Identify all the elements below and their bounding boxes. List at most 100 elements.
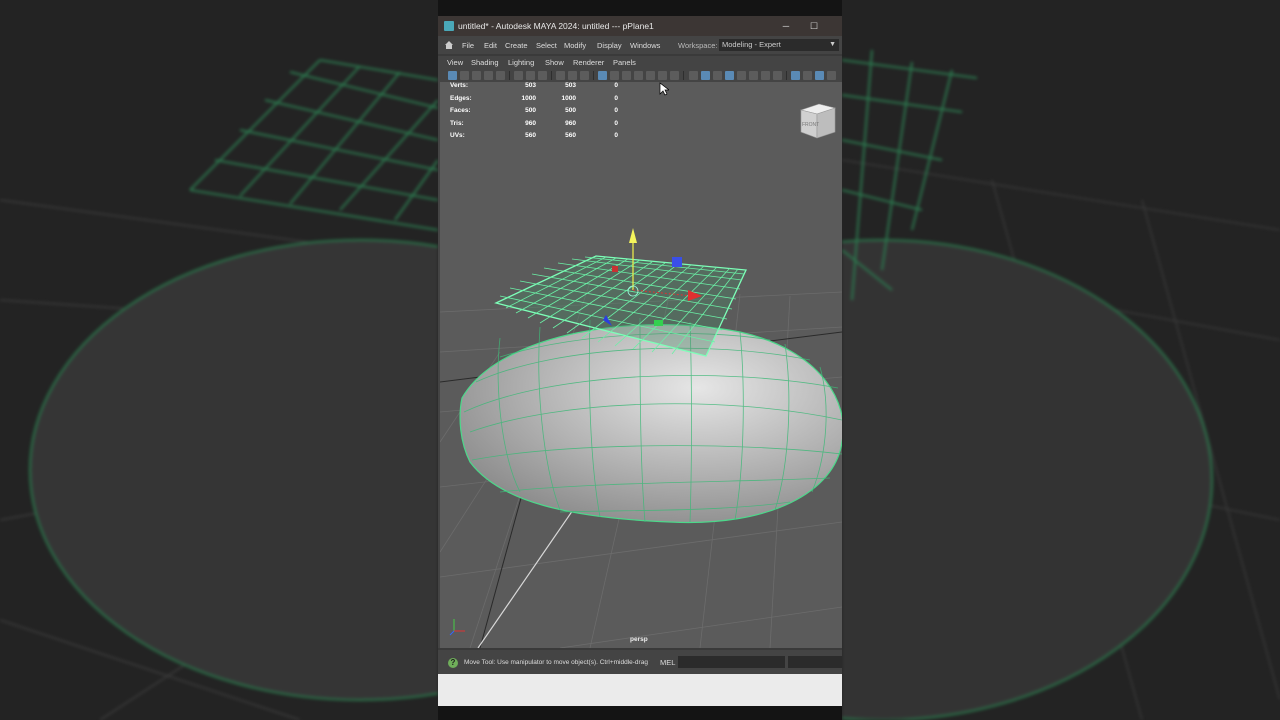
title-bar: untitled* - Autodesk MAYA 2024: untitled… bbox=[438, 16, 842, 36]
help-line: ? Move Tool: Use manipulator to move obj… bbox=[438, 648, 842, 676]
default-lighting-icon[interactable] bbox=[713, 71, 722, 80]
pSphere-mesh[interactable] bbox=[459, 317, 842, 524]
command-result-field bbox=[788, 656, 842, 668]
camera-name-label: persp bbox=[630, 636, 648, 643]
hud-value: 1000 bbox=[521, 94, 536, 102]
backface-culling-icon[interactable] bbox=[827, 71, 836, 80]
hud-label: Verts: bbox=[450, 82, 469, 89]
workspace-dropdown[interactable]: Modeling - Expert ▼ bbox=[719, 39, 839, 51]
pivot-icon[interactable] bbox=[556, 71, 565, 80]
maya-icon bbox=[444, 21, 454, 31]
workspace-label: Workspace: bbox=[678, 41, 718, 50]
menu-create[interactable]: Create bbox=[505, 41, 528, 50]
command-language-label[interactable]: MEL bbox=[660, 658, 675, 667]
workspace-value: Modeling - Expert bbox=[722, 40, 781, 49]
hud-value: 960 bbox=[525, 119, 536, 127]
bookmark-flag-icon[interactable] bbox=[538, 71, 547, 80]
maya-window: untitled* - Autodesk MAYA 2024: untitled… bbox=[438, 16, 842, 706]
hud-value: 0 bbox=[614, 94, 618, 102]
home-icon[interactable] bbox=[444, 40, 454, 50]
window-title: untitled* - Autodesk MAYA 2024: untitled… bbox=[458, 21, 654, 31]
hud-value: 560 bbox=[565, 132, 576, 140]
lock-camera-icon[interactable] bbox=[460, 71, 469, 80]
xray-icon[interactable] bbox=[803, 71, 812, 80]
shadows-icon[interactable] bbox=[761, 71, 770, 80]
isolate-select-icon[interactable] bbox=[791, 71, 800, 80]
panel-menubar: View Shading Lighting Show Renderer Pane… bbox=[438, 56, 842, 69]
mouse-cursor-icon bbox=[659, 82, 669, 96]
hud-value: 503 bbox=[565, 82, 576, 89]
help-message: Move Tool: Use manipulator to move objec… bbox=[464, 659, 650, 666]
resolution-gate-icon[interactable] bbox=[622, 71, 631, 80]
hud-value: 500 bbox=[565, 107, 576, 115]
hud-label: Edges: bbox=[450, 94, 472, 102]
film-gate-icon[interactable] bbox=[610, 71, 619, 80]
plane-handle-green[interactable] bbox=[654, 320, 663, 326]
wireframe-icon[interactable] bbox=[689, 71, 698, 80]
y-axis-handle[interactable] bbox=[629, 228, 637, 243]
select-camera-icon[interactable] bbox=[448, 71, 457, 80]
hud-value: 960 bbox=[565, 119, 576, 127]
maximize-button[interactable]: ☐ bbox=[806, 19, 822, 33]
menu-edit[interactable]: Edit bbox=[484, 41, 497, 50]
hud-value: 0 bbox=[614, 132, 618, 140]
hud-value: 500 bbox=[525, 107, 536, 115]
blurred-backdrop-left bbox=[0, 0, 438, 720]
hud-label: UVs: bbox=[450, 132, 465, 140]
view-cube-face-label: FRONT bbox=[802, 122, 819, 128]
gate-mask-icon[interactable] bbox=[634, 71, 643, 80]
xray-joints-icon[interactable] bbox=[815, 71, 824, 80]
pencil-icon[interactable] bbox=[580, 71, 589, 80]
blurred-backdrop-right bbox=[842, 0, 1280, 720]
hud-value: 503 bbox=[525, 82, 536, 89]
hud-value: 1000 bbox=[561, 94, 576, 102]
camera-attributes-icon[interactable] bbox=[472, 71, 481, 80]
menu-windows[interactable]: Windows bbox=[630, 41, 660, 50]
camera-icon[interactable] bbox=[514, 71, 523, 80]
hud-value: 0 bbox=[614, 119, 618, 127]
help-icon[interactable]: ? bbox=[448, 658, 458, 668]
hud-label: Tris: bbox=[450, 119, 464, 127]
safe-title-icon[interactable] bbox=[670, 71, 679, 80]
bookmark-icon[interactable] bbox=[484, 71, 493, 80]
menu-file[interactable]: File bbox=[462, 41, 474, 50]
snap-icon[interactable] bbox=[568, 71, 577, 80]
3d-viewport[interactable]: Verts: 503 503 0 Edges: 1000 1000 0 Face… bbox=[440, 82, 842, 648]
smooth-shade-icon[interactable] bbox=[701, 71, 710, 80]
axis-gizmo bbox=[449, 619, 465, 636]
panel-menu-renderer[interactable]: Renderer bbox=[573, 58, 604, 67]
textured-icon[interactable] bbox=[737, 71, 746, 80]
menu-select[interactable]: Select bbox=[536, 41, 557, 50]
panel-menu-panels[interactable]: Panels bbox=[613, 58, 636, 67]
field-chart-icon[interactable] bbox=[646, 71, 655, 80]
panel-menu-shading[interactable]: Shading bbox=[471, 58, 499, 67]
backdrop-scene-left bbox=[0, 59, 438, 720]
toolbar-separator bbox=[593, 71, 594, 80]
command-line-input[interactable] bbox=[678, 656, 785, 668]
ambient-occlusion-icon[interactable] bbox=[773, 71, 782, 80]
hud-value: 560 bbox=[525, 132, 536, 140]
grease-pencil-icon[interactable] bbox=[526, 71, 535, 80]
menu-modify[interactable]: Modify bbox=[564, 41, 586, 50]
panel-menu-show[interactable]: Show bbox=[545, 58, 564, 67]
toolbar-separator bbox=[551, 71, 552, 80]
wireframe-on-shaded-icon[interactable] bbox=[725, 71, 734, 80]
chevron-down-icon: ▼ bbox=[829, 41, 836, 48]
panel-toolbar bbox=[438, 69, 842, 82]
minimize-button[interactable]: ─ bbox=[778, 19, 794, 33]
pPlane1-mesh[interactable] bbox=[494, 255, 747, 357]
grid-icon[interactable] bbox=[598, 71, 607, 80]
toolbar-separator bbox=[786, 71, 787, 80]
safe-action-icon[interactable] bbox=[658, 71, 667, 80]
toolbar-separator bbox=[683, 71, 684, 80]
plane-handle-red[interactable] bbox=[612, 266, 618, 272]
panel-menu-view[interactable]: View bbox=[447, 58, 463, 67]
use-all-lights-icon[interactable] bbox=[749, 71, 758, 80]
image-plane-icon[interactable] bbox=[496, 71, 505, 80]
bottom-panel bbox=[438, 674, 842, 706]
view-cube[interactable]: FRONT bbox=[797, 98, 837, 142]
menu-display[interactable]: Display bbox=[597, 41, 622, 50]
toolbar-separator bbox=[509, 71, 510, 80]
plane-handle-blue[interactable] bbox=[672, 257, 682, 267]
panel-menu-lighting[interactable]: Lighting bbox=[508, 58, 534, 67]
